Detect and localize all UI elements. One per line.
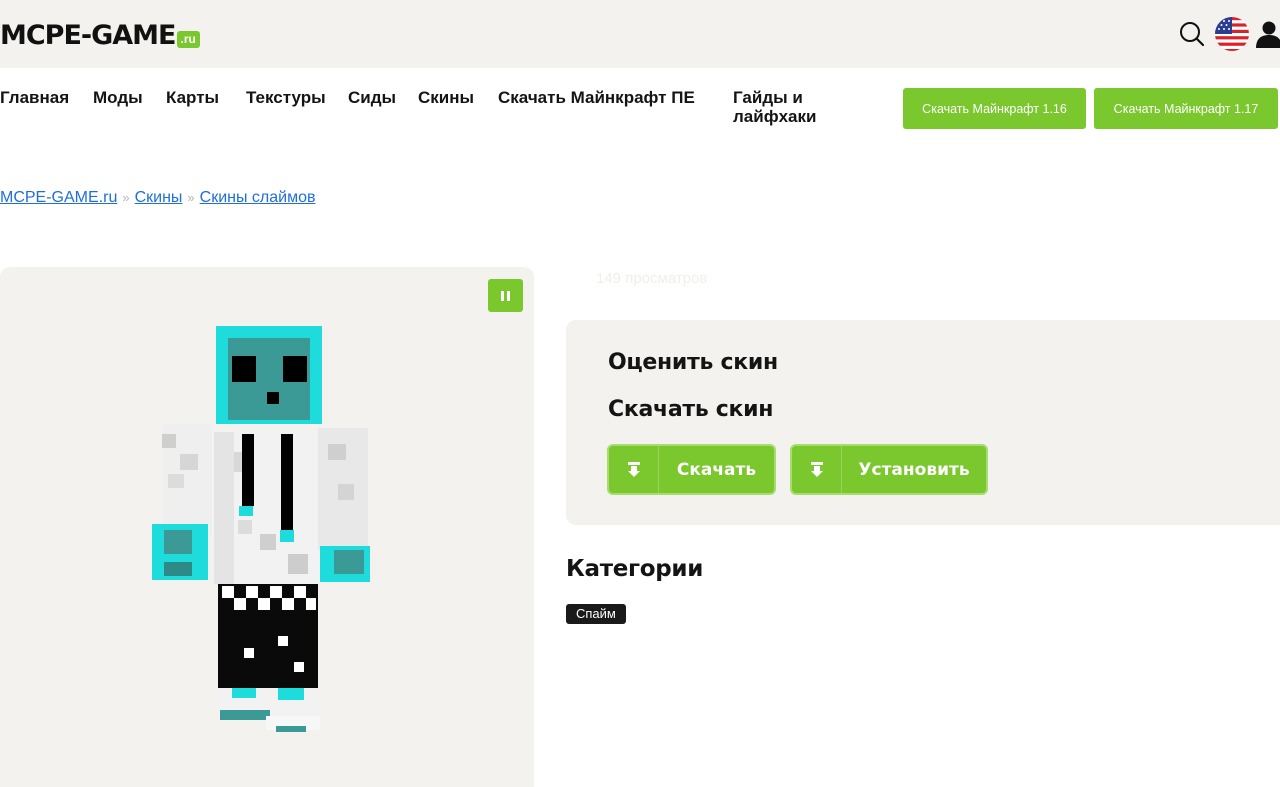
nav-home[interactable]: Главная [0, 88, 69, 107]
category-tag[interactable]: Спайм [566, 604, 626, 624]
nav-seeds[interactable]: Сиды [348, 88, 396, 107]
nav-download-mcpe[interactable]: Скачать Майнкрафт ПЕ [498, 88, 698, 107]
nav-textures[interactable]: Текстуры [246, 88, 326, 107]
nav-skins[interactable]: Скины [418, 88, 474, 107]
skin-3d-preview[interactable] [148, 324, 372, 736]
breadcrumb-skins[interactable]: Скины [135, 189, 183, 206]
download-skin-title: Скачать скин [608, 397, 774, 422]
rate-skin-title: Оценить скин [608, 350, 778, 375]
logo-suffix: .ru [176, 31, 200, 48]
main-nav: Главная Моды Карты Текстуры Сиды Скины С… [0, 88, 1280, 138]
view-count: 149 просматров [596, 270, 708, 287]
breadcrumb: MCPE-GAME.ru » Скины » Скины слаймов [0, 189, 315, 207]
nav-mods[interactable]: Моды [93, 88, 143, 107]
install-label: Установить [858, 459, 970, 480]
install-icon [792, 446, 842, 493]
download-icon [609, 446, 659, 493]
download-button[interactable]: Скачать [607, 444, 776, 495]
download-117-button[interactable]: Скачать Майнкрафт 1.17 [1094, 88, 1278, 129]
search-icon[interactable] [1172, 14, 1212, 54]
breadcrumb-slime-skins[interactable]: Скины слаймов [200, 189, 316, 206]
download-label: Скачать [676, 459, 757, 480]
nav-guides[interactable]: Гайды и лайфхаки [733, 88, 843, 126]
breadcrumb-separator: » [187, 190, 195, 205]
breadcrumb-home[interactable]: MCPE-GAME.ru [0, 189, 117, 206]
us-flag-icon[interactable] [1212, 14, 1252, 54]
site-logo[interactable]: MCPE-GAME .ru [0, 18, 200, 52]
logo-text: MCPE-GAME [0, 20, 176, 51]
pause-icon[interactable] [488, 279, 523, 312]
download-116-button[interactable]: Скачать Майнкрафт 1.16 [903, 88, 1086, 129]
header-actions [1172, 14, 1280, 54]
nav-maps[interactable]: Карты [166, 88, 219, 107]
breadcrumb-separator: » [122, 190, 130, 205]
user-icon[interactable] [1252, 14, 1280, 54]
install-button[interactable]: Установить [790, 444, 988, 495]
categories-title: Категории [566, 556, 704, 582]
top-bar: MCPE-GAME .ru [0, 0, 1280, 68]
